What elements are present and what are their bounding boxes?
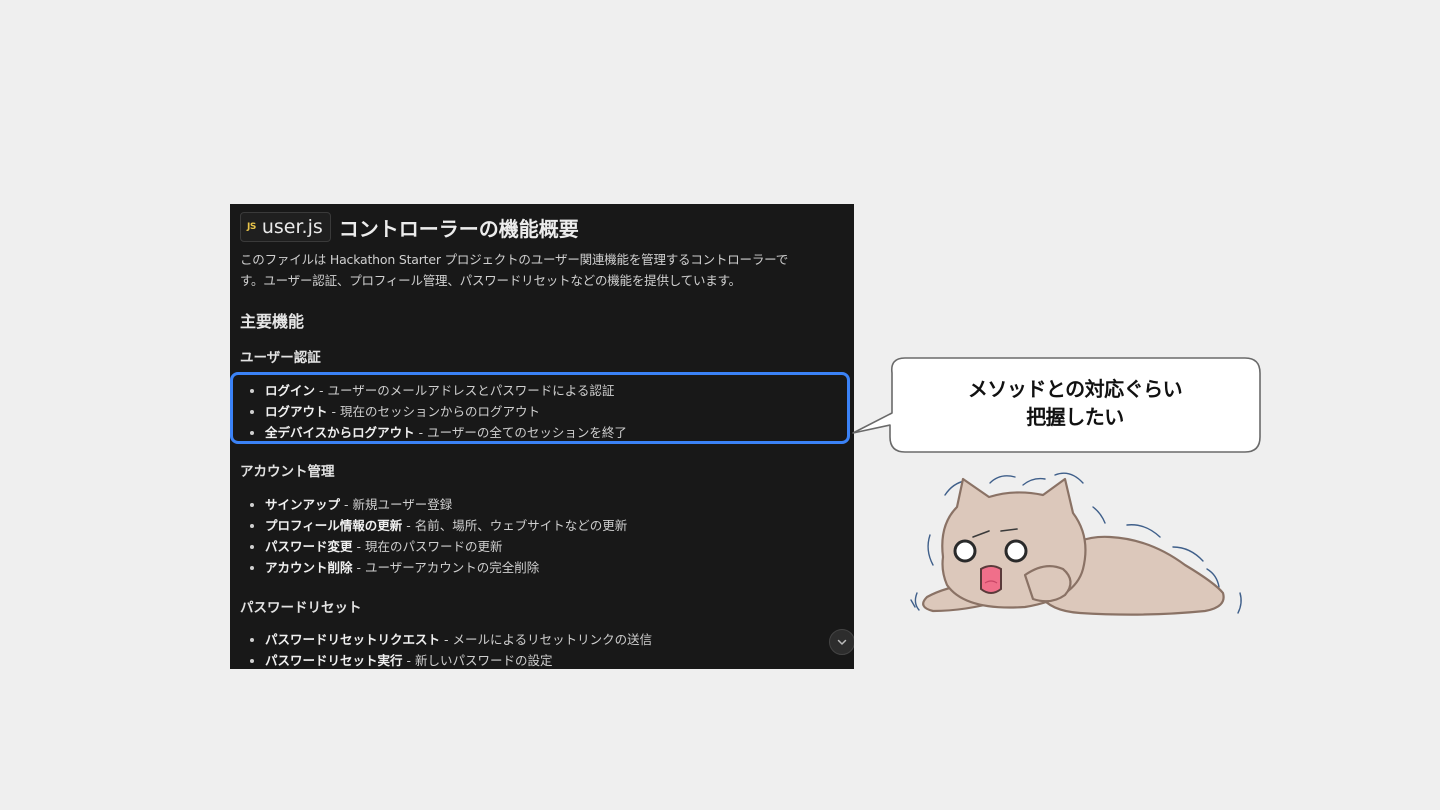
password-reset-feature-list: パスワードリセットリクエスト - メールによるリセットリンクの送信 パスワードリ… xyxy=(248,629,652,669)
item-desc: - 新規ユーザー登録 xyxy=(340,497,453,512)
item-desc: - ユーザーアカウントの完全削除 xyxy=(352,560,540,575)
item-title: パスワードリセットリクエスト xyxy=(265,632,441,647)
item-title: サインアップ xyxy=(265,497,341,512)
title-row: JS user.js コントローラーの機能概要 xyxy=(240,212,579,242)
speech-line: 把握したい xyxy=(1026,405,1124,429)
item-desc: - 名前、場所、ウェブサイトなどの更新 xyxy=(402,518,628,533)
javascript-file-icon: JS xyxy=(247,222,256,232)
scroll-down-button[interactable] xyxy=(829,629,854,655)
page-title: コントローラーの機能概要 xyxy=(338,216,579,241)
item-title: パスワードリセット実行 xyxy=(265,653,403,668)
item-desc: - 現在のパスワードの更新 xyxy=(352,539,503,554)
list-item: サインアップ - 新規ユーザー登録 xyxy=(248,494,627,515)
item-desc: - 新しいパスワードの設定 xyxy=(402,653,553,668)
file-name: user.js xyxy=(261,216,323,238)
item-title: アカウント削除 xyxy=(265,560,353,575)
intro-line: す。ユーザー認証、プロフィール管理、パスワードリセットなどの機能を提供しています… xyxy=(240,273,741,288)
list-item: パスワードリセットリクエスト - メールによるリセットリンクの送信 xyxy=(248,629,652,650)
intro-line: このファイルは Hackathon Starter プロジェクトのユーザー関連機… xyxy=(240,252,788,267)
list-item: アカウント削除 - ユーザーアカウントの完全削除 xyxy=(248,557,627,578)
file-chip[interactable]: JS user.js xyxy=(240,212,331,242)
cat-illustration xyxy=(910,472,1242,616)
account-feature-list: サインアップ - 新規ユーザー登録 プロフィール情報の更新 - 名前、場所、ウェ… xyxy=(248,494,627,578)
list-item: パスワード変更 - 現在のパスワードの更新 xyxy=(248,536,627,557)
highlight-box xyxy=(230,372,850,444)
item-desc: - メールによるリセットリンクの送信 xyxy=(440,632,653,647)
chevron-down-icon xyxy=(837,639,847,645)
list-item: パスワードリセット実行 - 新しいパスワードの設定 xyxy=(248,650,652,669)
speech-bubble-text: メソッドとの対応ぐらい 把握したい xyxy=(892,375,1258,431)
section-heading-password-reset: パスワードリセット xyxy=(240,600,362,616)
list-item: プロフィール情報の更新 - 名前、場所、ウェブサイトなどの更新 xyxy=(248,515,627,536)
item-title: パスワード変更 xyxy=(265,539,353,554)
intro-paragraph: このファイルは Hackathon Starter プロジェクトのユーザー関連機… xyxy=(240,249,852,291)
speech-line: メソッドとの対応ぐらい xyxy=(967,377,1183,401)
item-title: プロフィール情報の更新 xyxy=(265,518,403,533)
main-features-heading: 主要機能 xyxy=(240,312,305,331)
section-heading-account: アカウント管理 xyxy=(240,464,335,480)
section-heading-auth: ユーザー認証 xyxy=(240,350,321,366)
